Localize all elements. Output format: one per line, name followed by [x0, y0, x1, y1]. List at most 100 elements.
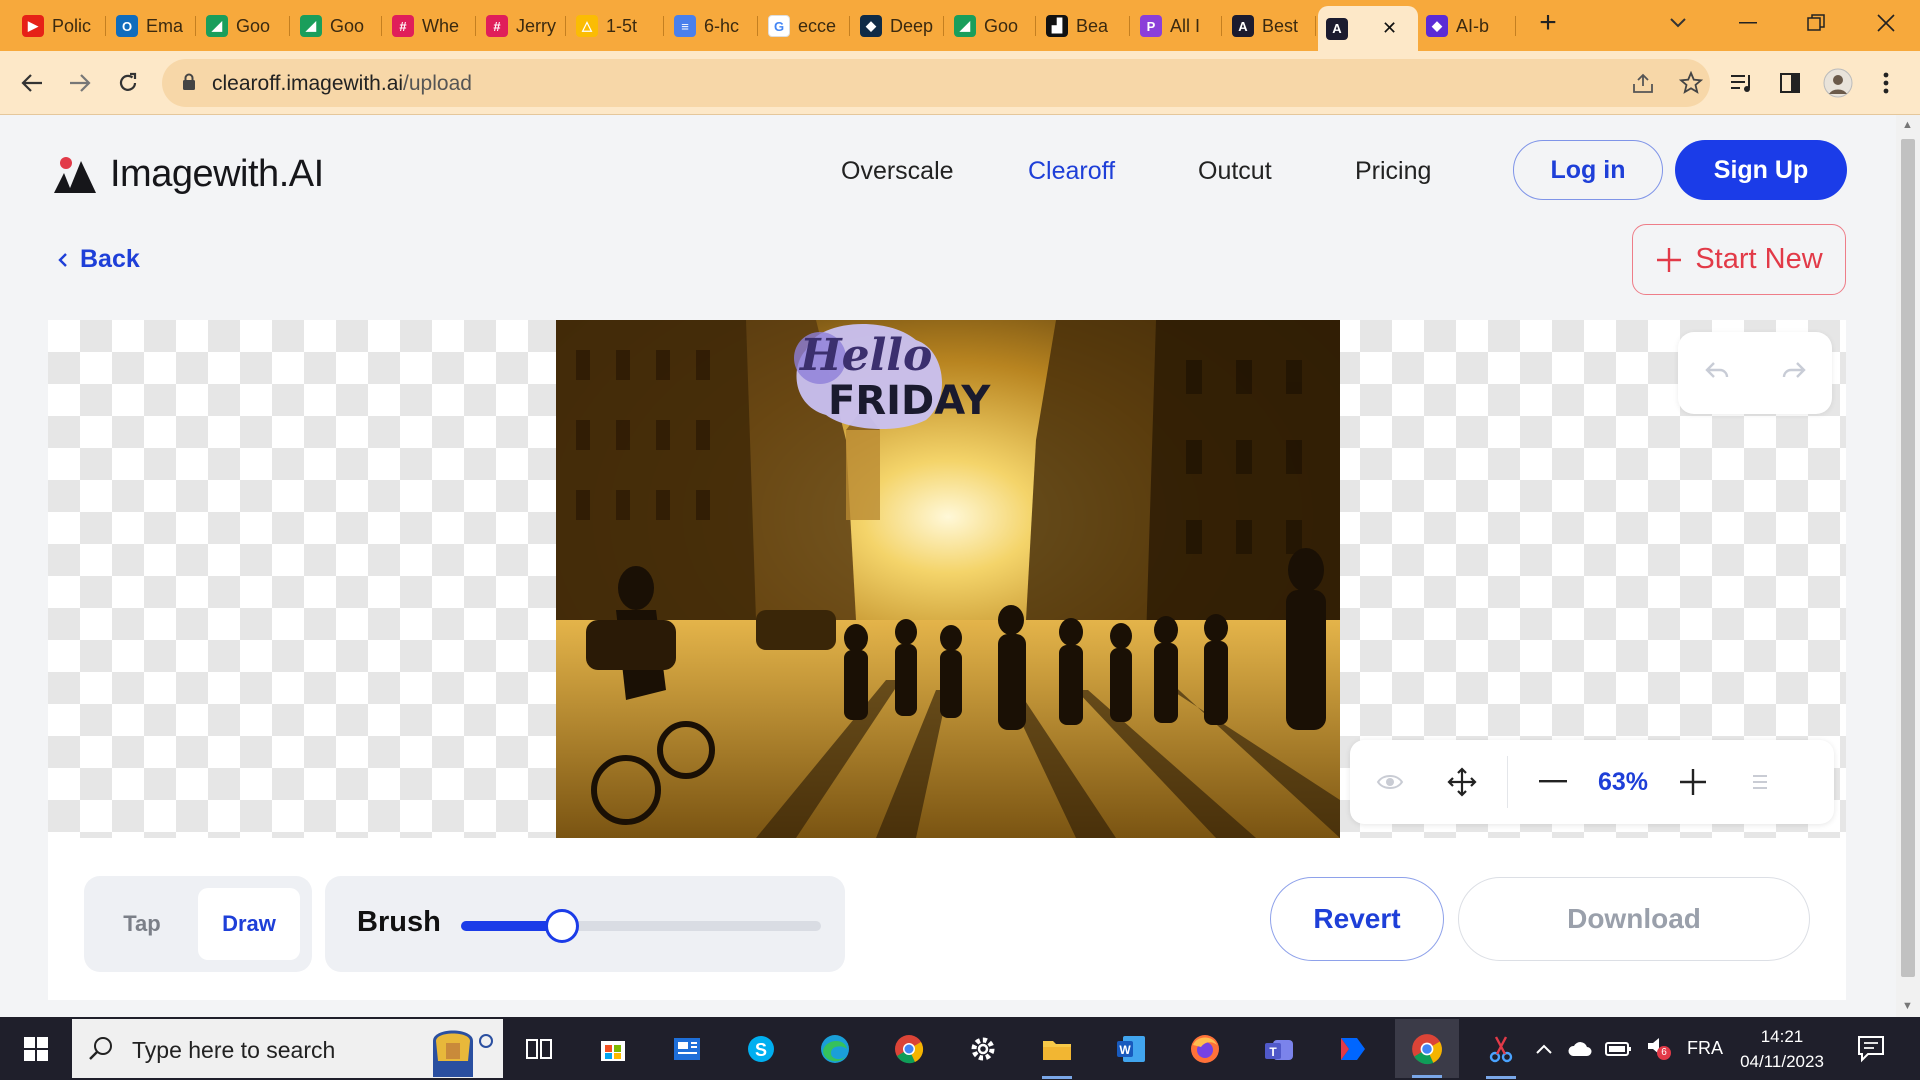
nav-clearoff[interactable]: Clearoff [1028, 157, 1115, 186]
file-explorer-icon[interactable] [1034, 1027, 1080, 1079]
browser-tab[interactable]: A Best [1224, 8, 1316, 44]
chrome-icon[interactable] [886, 1027, 932, 1071]
brush-size-slider[interactable] [461, 909, 821, 943]
nav-pricing[interactable]: Pricing [1355, 157, 1431, 186]
task-view-icon[interactable] [516, 1027, 562, 1071]
firefox-icon[interactable] [1182, 1027, 1228, 1071]
start-button[interactable] [0, 1017, 72, 1080]
side-panel-icon[interactable] [1773, 66, 1807, 100]
browser-tab[interactable]: ◆ AI-b [1418, 8, 1516, 44]
windows-logo-icon [24, 1036, 48, 1061]
microsoft-store-icon[interactable] [590, 1027, 636, 1071]
media-control-icon[interactable] [1725, 66, 1759, 100]
reload-button[interactable] [110, 65, 146, 101]
url-text: clearoff.imagewith.ai/upload [212, 72, 472, 96]
browser-tab[interactable]: ◆ Deep [852, 8, 944, 44]
browser-tab[interactable]: A ✕ [1318, 6, 1418, 51]
imagewith-logo-icon [54, 156, 96, 193]
preview-toggle[interactable] [1372, 764, 1408, 800]
onedrive-icon[interactable] [1567, 1038, 1593, 1060]
browser-tab[interactable]: ≡ 6-hc [666, 8, 758, 44]
power-automate-icon[interactable] [1330, 1027, 1376, 1071]
start-new-label: Start New [1695, 243, 1823, 275]
scroll-down-arrow[interactable]: ▼ [1902, 1000, 1913, 1012]
restore-button[interactable] [1786, 0, 1846, 45]
mode-tap-button[interactable]: Tap [96, 888, 188, 960]
download-button[interactable]: Download [1458, 877, 1810, 961]
browser-tab[interactable]: ▶ Polic [14, 8, 106, 44]
bookmark-star-icon[interactable] [1674, 66, 1708, 100]
address-bar[interactable]: clearoff.imagewith.ai/upload [162, 59, 1710, 107]
tab-separator [1129, 16, 1130, 36]
taskbar-clock[interactable]: 14:21 04/11/2023 [1730, 1024, 1834, 1074]
chevron-up-icon[interactable] [1535, 1043, 1553, 1055]
language-indicator[interactable]: FRA [1687, 1038, 1723, 1059]
nav-outcut[interactable]: Outcut [1198, 157, 1272, 186]
menu-lines-icon [1753, 775, 1767, 789]
signup-button[interactable]: Sign Up [1675, 140, 1847, 200]
tab-favicon-icon: ◢ [954, 15, 976, 37]
zoom-menu[interactable] [1750, 764, 1770, 800]
zoom-level: 63% [1597, 767, 1649, 796]
sticker-friday: FRIDAY [828, 378, 991, 424]
scrollbar-thumb[interactable] [1901, 139, 1915, 977]
browser-tab-strip: ▶ Polic O Ema ◢ Goo ◢ Goo # Whe # Jerry △ 1-5t ≡ 6-hc Ge… [0, 0, 1920, 51]
redo-button[interactable] [1781, 357, 1807, 389]
brush-slider-handle[interactable] [544, 909, 579, 943]
tab-favicon-icon: ≡ [674, 15, 696, 37]
tab-separator [475, 16, 476, 36]
login-button[interactable]: Log in [1513, 140, 1663, 200]
new-tab-button[interactable]: + [1518, 0, 1578, 45]
browser-tab[interactable]: △ 1-5t [568, 8, 664, 44]
revert-button[interactable]: Revert [1270, 877, 1444, 961]
chrome-menu-icon[interactable] [1869, 66, 1903, 100]
edge-icon[interactable] [812, 1027, 858, 1071]
browser-tab[interactable]: # Whe [384, 8, 476, 44]
undo-button[interactable] [1704, 357, 1730, 389]
mode-draw-button[interactable]: Draw [198, 888, 300, 960]
browser-tab[interactable]: Gecce [760, 8, 850, 44]
tab-favicon-icon: ◆ [1426, 15, 1448, 37]
browser-tab[interactable]: # Jerry [478, 8, 566, 44]
start-new-button[interactable]: Start New [1632, 224, 1846, 295]
site-logo[interactable]: Imagewith.AI [54, 153, 324, 196]
notification-app-icon[interactable]: 6 [1645, 1034, 1671, 1063]
browser-tab[interactable]: ◢ Goo [292, 8, 382, 44]
action-center-button[interactable] [1856, 1033, 1886, 1068]
taskbar-search[interactable]: Type here to search [72, 1019, 503, 1078]
back-link[interactable]: Back [58, 245, 140, 274]
tab-search-button[interactable] [1648, 0, 1708, 45]
browser-tab[interactable]: ◢ Goo [946, 8, 1036, 44]
svg-text:W: W [1119, 1043, 1131, 1057]
word-icon[interactable]: W [1108, 1027, 1154, 1071]
zoom-in-button[interactable] [1676, 764, 1710, 800]
forward-nav-button[interactable] [62, 65, 98, 101]
page-scrollbar[interactable]: ▲ ▼ [1896, 115, 1920, 1017]
settings-gear-icon[interactable] [960, 1027, 1006, 1071]
profile-avatar[interactable] [1821, 66, 1855, 100]
chrome-active-icon[interactable] [1395, 1019, 1459, 1078]
url-host: clearoff.imagewith.ai [212, 72, 404, 95]
uploaded-photo[interactable]: Hello FRIDAY [556, 320, 1340, 838]
battery-icon[interactable] [1605, 1040, 1633, 1058]
close-window-button[interactable] [1856, 0, 1916, 45]
move-icon [1447, 767, 1477, 797]
pan-tool[interactable] [1444, 764, 1480, 800]
browser-tab[interactable]: ◢ Goo [198, 8, 290, 44]
share-icon[interactable] [1626, 66, 1660, 100]
skype-icon[interactable]: S [738, 1027, 784, 1071]
news-app-icon[interactable] [664, 1027, 710, 1071]
browser-tab[interactable]: ▟ Bea [1038, 8, 1130, 44]
minimize-button[interactable] [1718, 0, 1778, 45]
browser-tab[interactable]: O Ema [108, 8, 196, 44]
chevron-left-icon [58, 252, 67, 267]
teams-icon[interactable]: T [1256, 1027, 1302, 1071]
browser-tab[interactable]: P All I [1132, 8, 1222, 44]
back-nav-button[interactable] [14, 65, 50, 101]
snipping-tool-icon[interactable] [1478, 1027, 1524, 1079]
scroll-up-arrow[interactable]: ▲ [1902, 119, 1913, 131]
nav-overscale[interactable]: Overscale [841, 157, 954, 186]
close-tab-icon[interactable]: ✕ [1382, 18, 1397, 39]
tab-favicon-icon: ◢ [300, 15, 322, 37]
zoom-out-button[interactable] [1536, 764, 1570, 800]
